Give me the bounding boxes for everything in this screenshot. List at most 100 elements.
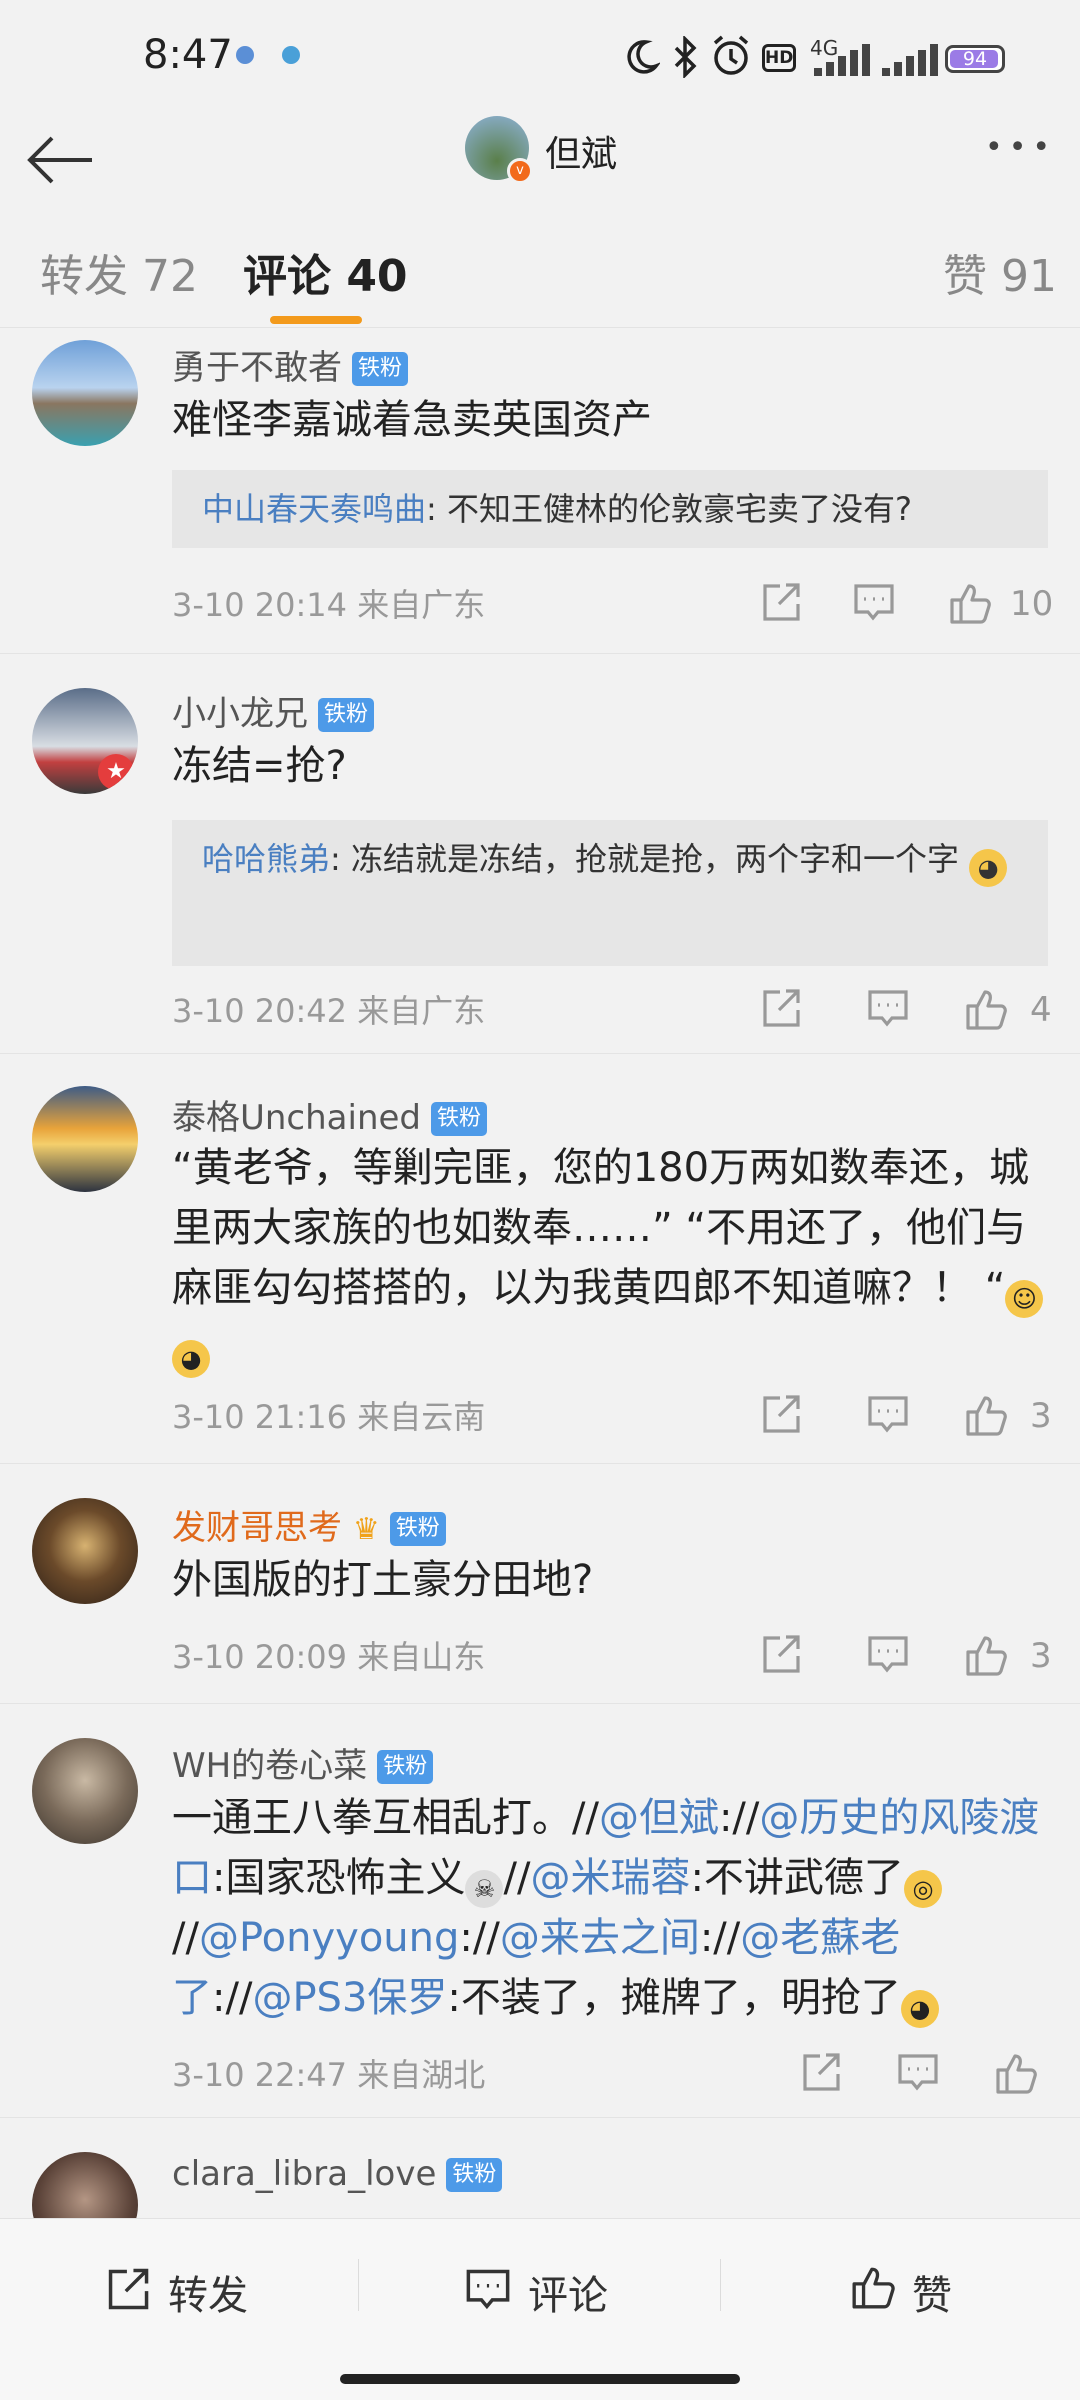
comment-icon — [464, 2265, 512, 2313]
like-count: 10 — [1010, 584, 1054, 624]
divider — [720, 2259, 721, 2311]
signal-icon — [814, 44, 872, 76]
like-button[interactable]: 赞 — [912, 2263, 952, 2321]
more-icon[interactable]: ••• — [985, 130, 1056, 165]
alarm-icon — [710, 34, 752, 78]
reply-quote[interactable]: 哈哈熊弟: 冻结就是冻结，抢就是抢，两个字和一个字 ◕ — [172, 820, 1048, 966]
divider — [358, 2259, 359, 2311]
comment-item: WH的卷心菜 铁粉 一通王八拳互相乱打。//@但斌://@历史的风陵渡口:国家恐怖… — [0, 1704, 1080, 2118]
battery-icon: 94 — [945, 45, 1005, 73]
tab-forward[interactable]: 转发 72 — [40, 240, 198, 304]
share-icon[interactable] — [760, 1632, 802, 1682]
comment-text: 冻结=抢? — [172, 743, 347, 789]
like-icon[interactable] — [964, 1632, 1010, 1682]
reply-username[interactable]: 中山春天奏鸣曲 — [202, 490, 426, 528]
mention-link[interactable]: @Ponyyoung — [199, 1915, 459, 1961]
crown-icon: ♛ — [352, 1512, 380, 1547]
tab-indicator — [270, 316, 362, 324]
notification-icon — [236, 46, 254, 64]
comment-icon[interactable] — [866, 1632, 910, 1682]
hd-badge: HD — [762, 44, 796, 72]
reply-text: : 冻结就是冻结，抢就是抢，两个字和一个字 — [330, 840, 959, 878]
comment-username[interactable]: clara_libra_love 铁粉 — [172, 2154, 503, 2194]
comment-item: ★ 小小龙兄 铁粉 冻结=抢? 哈哈熊弟: 冻结就是冻结，抢就是抢，两个字和一个字… — [0, 654, 1080, 1054]
tab-comments[interactable]: 评论 40 — [243, 240, 408, 304]
like-icon[interactable] — [994, 2050, 1040, 2100]
comment-button[interactable]: 评论 — [528, 2263, 608, 2321]
mention-link[interactable]: @米瑞蓉 — [530, 1855, 690, 1901]
fan-badge: 铁粉 — [318, 698, 375, 732]
comment-actions: 3 — [760, 1632, 1080, 1682]
bottom-action-bar: 转发 评论 赞 — [0, 2218, 1080, 2400]
status-bar: 8:47 HD 4G 94 — [0, 0, 1080, 110]
avatar[interactable]: ★ — [32, 688, 138, 794]
signal-icon — [882, 44, 940, 76]
skull-emoji-icon: ☠ — [465, 1870, 504, 1908]
avatar[interactable] — [32, 340, 138, 446]
dizzy-emoji-icon: ◎ — [903, 1870, 942, 1908]
share-icon[interactable] — [760, 580, 802, 630]
fan-badge: 铁粉 — [446, 2158, 503, 2192]
comment-actions: 10 — [760, 580, 1080, 630]
comment-item: 泰格Unchained 铁粉 “黄老爷，等剿完匪，您的180万两如数奉还，城里两大… — [0, 1054, 1080, 1464]
share-icon[interactable] — [760, 986, 802, 1036]
reply-username[interactable]: 哈哈熊弟 — [202, 840, 330, 878]
avatar[interactable] — [32, 1498, 138, 1604]
tab-likes[interactable]: 赞 91 — [943, 240, 1057, 304]
comment-username[interactable]: WH的卷心菜 铁粉 — [172, 1738, 434, 1787]
moon-icon — [620, 36, 660, 76]
comment-username[interactable]: 小小龙兄 铁粉 — [172, 686, 375, 735]
like-icon[interactable] — [964, 986, 1010, 1036]
like-count: 3 — [1030, 1396, 1052, 1436]
fan-badge: 铁粉 — [431, 1102, 488, 1136]
reply-text: : 不知王健林的伦敦豪宅卖了没有? — [426, 490, 912, 528]
mention-link[interactable]: @但斌 — [599, 1795, 719, 1841]
like-icon — [850, 2263, 898, 2311]
share-icon[interactable] — [760, 1392, 802, 1442]
comment-username[interactable]: 勇于不敢者 铁粉 — [172, 340, 409, 389]
badge-icon: ★ — [98, 754, 134, 790]
reply-quote[interactable]: 中山春天奏鸣曲: 不知王健林的伦敦豪宅卖了没有? — [172, 470, 1048, 548]
comment-item: 勇于不敢者 铁粉 难怪李嘉诚着急卖英国资产 中山春天奏鸣曲: 不知王健林的伦敦豪宅… — [0, 330, 1080, 654]
grin-emoji-icon: ☺ — [1005, 1280, 1044, 1318]
like-icon[interactable] — [964, 1392, 1010, 1442]
avatar[interactable]: v — [465, 116, 533, 184]
mention-link[interactable]: @PS3保罗 — [252, 1975, 447, 2021]
arrow-left-icon — [27, 136, 92, 184]
comment-actions: 3 — [760, 1392, 1080, 1442]
tab-bar: 转发 72 评论 40 赞 91 — [0, 210, 1080, 328]
home-indicator[interactable] — [340, 2374, 740, 2384]
like-icon[interactable] — [948, 580, 994, 630]
mention-link[interactable]: @来去之间 — [500, 1915, 700, 1961]
comment-item: 发财哥思考 ♛ 铁粉 外国版的打土豪分田地? 3-10 20:09 来自山东 3 — [0, 1464, 1080, 1704]
battery-level: 94 — [962, 48, 988, 70]
top-nav — [0, 110, 1080, 210]
forward-button[interactable]: 转发 — [168, 2263, 248, 2321]
page-title[interactable]: 但斌 — [545, 125, 617, 177]
avatar[interactable] — [32, 1086, 138, 1192]
comment-icon[interactable] — [896, 2050, 940, 2100]
comment-username[interactable]: 泰格Unchained 铁粉 — [172, 1090, 488, 1139]
comment-meta: 3-10 20:14 来自广东 — [172, 586, 486, 624]
fan-badge: 铁粉 — [352, 352, 409, 386]
comment-meta: 3-10 20:09 来自山东 — [172, 1638, 486, 1676]
comment-icon[interactable] — [866, 986, 910, 1036]
comment-icon[interactable] — [852, 580, 896, 630]
avatar[interactable] — [32, 1738, 138, 1844]
comment-icon[interactable] — [866, 1392, 910, 1442]
share-icon[interactable] — [800, 2050, 842, 2100]
comment-meta: 3-10 21:16 来自云南 — [172, 1398, 486, 1436]
comment-meta: 3-10 20:42 来自广东 — [172, 992, 486, 1030]
back-button[interactable] — [22, 122, 102, 198]
like-count: 3 — [1030, 1636, 1052, 1676]
notification-icon — [282, 46, 300, 64]
comment-item: clara_libra_love 铁粉 — [0, 2118, 1080, 2258]
verified-icon: v — [507, 158, 533, 184]
comment-username[interactable]: 发财哥思考 ♛ 铁粉 — [172, 1500, 446, 1549]
fan-badge: 铁粉 — [377, 1750, 434, 1784]
comment-text: 外国版的打土豪分田地? — [172, 1557, 594, 1603]
status-time: 8:47 — [143, 32, 233, 78]
doge-emoji-icon: ◕ — [900, 1990, 939, 2028]
doge-emoji-icon: ◕ — [969, 849, 1008, 887]
comment-actions — [760, 2050, 1080, 2100]
